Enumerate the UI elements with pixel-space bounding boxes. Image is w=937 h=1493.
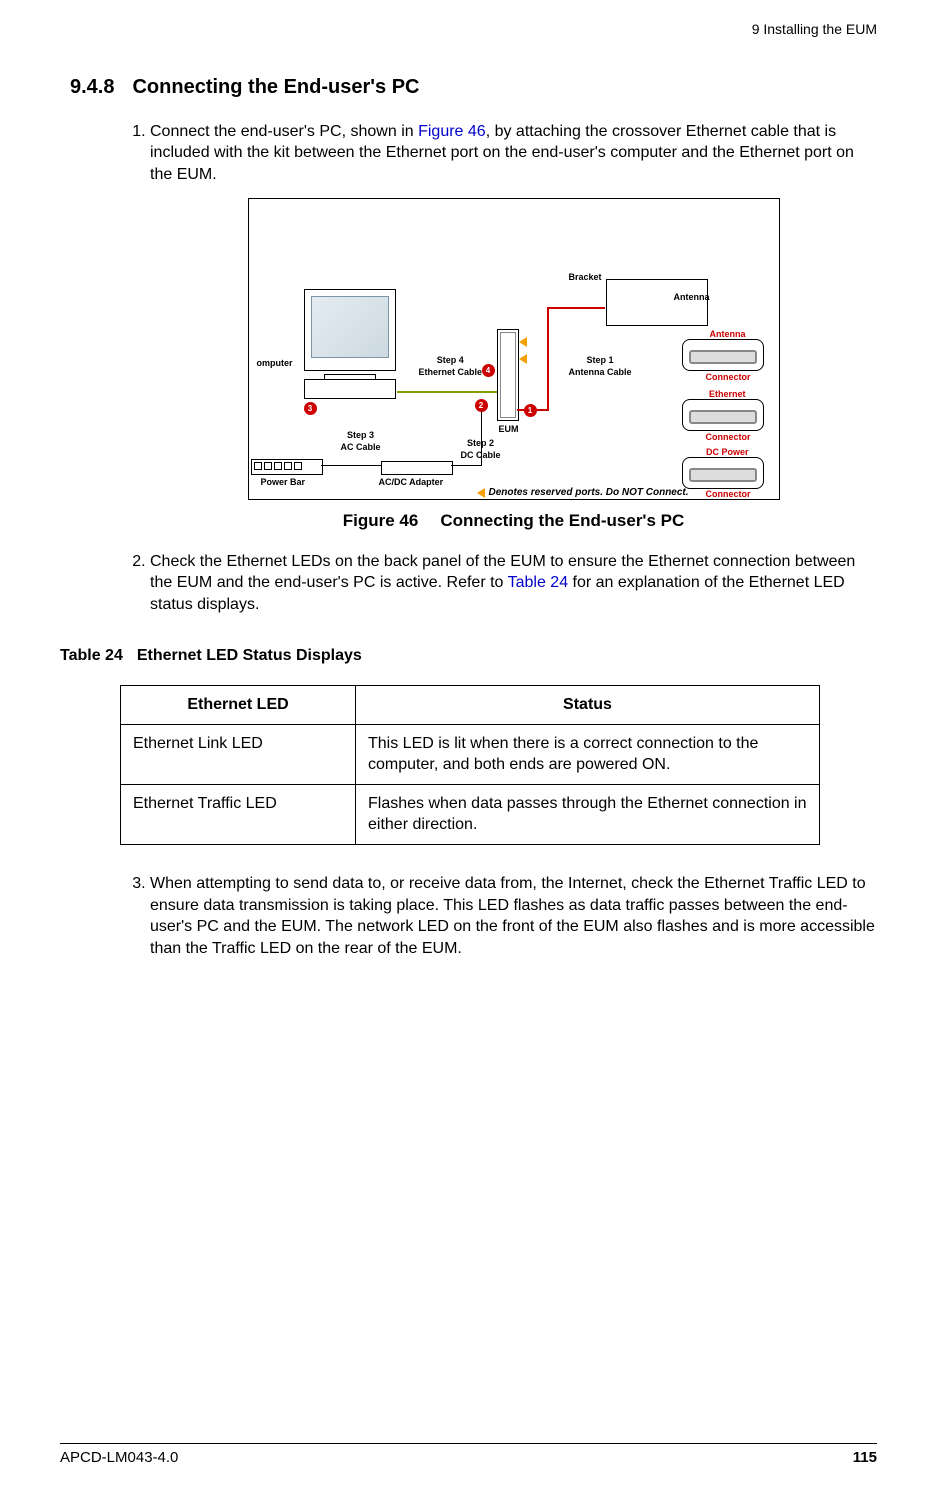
powerbar-icon <box>251 459 323 475</box>
cell-status: This LED is lit when there is a correct … <box>356 724 820 784</box>
antenna-connector-icon <box>682 339 764 371</box>
step-list-cont: When attempting to send data to, or rece… <box>110 873 877 959</box>
label-powerbar: Power Bar <box>261 476 306 488</box>
reserved-port-note-icon <box>477 488 485 498</box>
cell-led: Ethernet Link LED <box>121 724 356 784</box>
label-step1-line1: Step 1 <box>569 354 632 366</box>
running-head: 9 Installing the EUM <box>60 20 877 39</box>
label-conn-dc-b: Connector <box>706 488 751 500</box>
label-step4-line2: Ethernet Cable <box>419 366 483 378</box>
footer-page: 115 <box>853 1448 877 1468</box>
col-header-led: Ethernet LED <box>121 685 356 724</box>
label-step3: Step 3 AC Cable <box>341 429 381 453</box>
label-conn-ant-b: Connector <box>706 371 751 383</box>
step-1-text-a: Connect the end-user's PC, shown in <box>150 123 418 140</box>
label-step1: Step 1 Antenna Cable <box>569 354 632 378</box>
label-adapter: AC/DC Adapter <box>379 476 444 488</box>
col-header-status: Status <box>356 685 820 724</box>
label-step3-line1: Step 3 <box>341 429 381 441</box>
page: 9 Installing the EUM 9.4.8 Connecting the… <box>0 0 937 1493</box>
antenna-cable-h2-icon <box>547 307 605 309</box>
section-title: 9.4.8 Connecting the End-user's PC <box>60 74 877 101</box>
table-title: Table 24 Ethernet LED Status Displays <box>60 645 877 667</box>
computer-monitor-icon <box>304 289 396 371</box>
label-conn-eth-b: Connector <box>706 431 751 443</box>
computer-base-icon <box>304 379 396 399</box>
table-number: Table 24 <box>60 647 123 664</box>
step-3: When attempting to send data to, or rece… <box>150 873 877 959</box>
label-antenna: Antenna <box>674 291 710 303</box>
step-circle-4: 4 <box>482 364 495 377</box>
label-step1-line2: Antenna Cable <box>569 366 632 378</box>
step-circle-3: 3 <box>304 402 317 415</box>
table-header-row: Ethernet LED Status <box>121 685 820 724</box>
label-conn-ant-a: Antenna <box>710 328 746 340</box>
step-circle-2: 2 <box>475 399 488 412</box>
step-1: Connect the end-user's PC, shown in Figu… <box>150 121 877 533</box>
ac-cable-icon <box>321 465 381 466</box>
ethernet-connector-icon <box>682 399 764 431</box>
table-ref-link[interactable]: Table 24 <box>508 574 569 591</box>
step-3-text: When attempting to send data to, or rece… <box>150 875 875 957</box>
label-computer: omputer <box>257 357 293 369</box>
label-step4-line1: Step 4 <box>419 354 483 366</box>
led-status-table: Ethernet LED Status Ethernet Link LED Th… <box>120 685 820 845</box>
step-circle-1: 1 <box>524 404 537 417</box>
label-eum: EUM <box>499 423 519 435</box>
label-step3-line2: AC Cable <box>341 441 381 453</box>
antenna-cable-v-icon <box>547 309 549 411</box>
label-conn-dc-a: DC Power <box>706 446 749 458</box>
reserved-port-icon <box>519 337 527 347</box>
figure-title: Connecting the End-user's PC <box>440 511 684 530</box>
section-heading-text: Connecting the End-user's PC <box>132 76 419 98</box>
step-2: Check the Ethernet LEDs on the back pane… <box>150 551 877 616</box>
ethernet-cable-icon <box>397 391 497 393</box>
label-bracket: Bracket <box>569 271 602 283</box>
footer-doc: APCD-LM043-4.0 <box>60 1448 178 1468</box>
dc-connector-icon <box>682 457 764 489</box>
label-note: Denotes reserved ports. Do NOT Connect. <box>489 486 689 500</box>
dc-cable-v-icon <box>481 409 482 466</box>
figure-caption: Figure 46 Connecting the End-user's PC <box>150 510 877 533</box>
figure-ref-link[interactable]: Figure 46 <box>418 123 486 140</box>
cell-status: Flashes when data passes through the Eth… <box>356 784 820 844</box>
dc-cable-h-icon <box>451 465 481 466</box>
body-continued: When attempting to send data to, or rece… <box>60 873 877 959</box>
adapter-icon <box>381 461 453 475</box>
section-number: 9.4.8 <box>70 76 114 98</box>
body: Connect the end-user's PC, shown in Figu… <box>60 121 877 616</box>
figure-number: Figure 46 <box>343 511 419 530</box>
table-row: Ethernet Link LED This LED is lit when t… <box>121 724 820 784</box>
step-list: Connect the end-user's PC, shown in Figu… <box>110 121 877 616</box>
label-step4: Step 4 Ethernet Cable <box>419 354 483 378</box>
cell-led: Ethernet Traffic LED <box>121 784 356 844</box>
label-conn-eth-a: Ethernet <box>709 388 746 400</box>
reserved-port-icon-2 <box>519 354 527 364</box>
table-heading-text: Ethernet LED Status Displays <box>137 647 362 664</box>
table-row: Ethernet Traffic LED Flashes when data p… <box>121 784 820 844</box>
figure-46: omputer Power Bar Step 3 AC Cable 3 <box>248 198 780 500</box>
page-footer: APCD-LM043-4.0 115 <box>60 1443 877 1468</box>
eum-device-icon <box>497 329 519 421</box>
